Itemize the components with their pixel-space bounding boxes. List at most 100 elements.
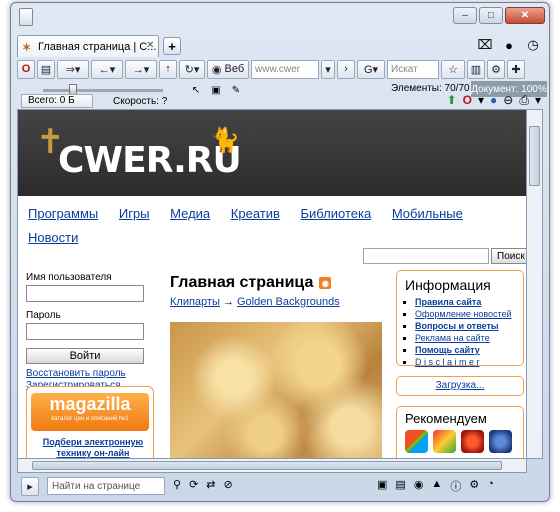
menu-media[interactable]: Медиа [170, 206, 210, 221]
page-title: Главная страница ◉ [170, 274, 332, 292]
search-input[interactable]: Искат [387, 59, 439, 79]
settings-icon[interactable]: ⚙ [469, 478, 479, 494]
block-icon[interactable]: ⊘ [224, 478, 233, 491]
menu-library[interactable]: Библиотека [301, 206, 372, 221]
loading-link[interactable]: Загрузка... [436, 380, 485, 391]
page-icon[interactable]: ▤ [395, 478, 405, 494]
cat-mascot-icon: 🐈 [210, 127, 240, 154]
upload-icon[interactable]: ⬆ [447, 93, 457, 108]
list-item: Оформление новостей [415, 308, 515, 320]
bookmark-star-icon[interactable]: ☆ [441, 59, 465, 79]
office-icon[interactable] [433, 430, 456, 453]
restore-password-link[interactable]: Восстановить пароль [26, 368, 156, 380]
feeds-icon[interactable]: ▥ [467, 59, 485, 79]
ad-link[interactable]: Подбери электронную технику он-лайн [39, 437, 147, 458]
minus-icon[interactable]: ⊖ [503, 93, 513, 108]
account-icon[interactable]: ● [499, 35, 519, 55]
rss-icon[interactable]: ◉ [319, 277, 332, 289]
web-label: Веб [224, 63, 245, 75]
login-button[interactable]: Войти [26, 348, 144, 364]
info-link-ads[interactable]: Реклама на сайте [415, 333, 490, 343]
menu-news[interactable]: Новости [28, 230, 78, 245]
info-status-icon[interactable]: ⓘ [450, 478, 461, 494]
info-title: Информация [405, 277, 491, 293]
info-list: Правила сайта Оформление новостей Вопрос… [405, 296, 515, 368]
horizontal-scrollbar[interactable] [17, 459, 527, 473]
info-link-rules[interactable]: Правила сайта [415, 297, 481, 307]
forward-button[interactable]: →▾ [125, 59, 157, 79]
info-link-help[interactable]: Помощь сайту [415, 345, 480, 355]
menu-creative[interactable]: Креатив [231, 206, 280, 221]
dropdown-icon-2[interactable]: ▾ [535, 93, 541, 108]
breadcrumb-golden[interactable]: Golden Backgrounds [237, 296, 340, 308]
globe-app-icon[interactable] [489, 430, 512, 453]
tab-main-page[interactable]: ✶ Главная страница | C... [17, 35, 159, 57]
fast-forward-icon[interactable]: ⇒▾ [57, 59, 89, 79]
breadcrumb-cliparts[interactable]: Клипарты [170, 296, 220, 308]
user-icon[interactable]: ◔ [487, 478, 494, 494]
recommend-icons [405, 430, 515, 453]
trash-icon[interactable]: ⌧ [475, 35, 495, 55]
web-search-button[interactable]: ◉ Веб [207, 59, 249, 79]
address-field[interactable]: www.cwer [251, 59, 319, 79]
share-icon[interactable]: ⇄ [206, 478, 215, 491]
menu-games[interactable]: Игры [119, 206, 150, 221]
search-icon[interactable]: ⚲ [173, 478, 181, 491]
clock-icon[interactable]: ◷ [523, 35, 543, 55]
firefox-icon[interactable] [461, 430, 484, 453]
app-icon[interactable] [19, 8, 33, 26]
sync-icon[interactable]: ⟳ [189, 478, 198, 491]
horizontal-scroll-thumb[interactable] [32, 461, 502, 470]
site-search-input[interactable] [363, 248, 489, 264]
speed-value: ? [161, 96, 168, 107]
info-link-faq[interactable]: Вопросы и ответы [415, 321, 499, 331]
breadcrumb-arrow: → [222, 296, 234, 308]
reload-button[interactable]: ↻▾ [179, 59, 205, 79]
ad-banner[interactable]: magazilla каталог цен и описаний №1 Подб… [26, 386, 154, 458]
turbo-icon[interactable]: ◉ [414, 478, 424, 494]
opera-menu-icon[interactable]: O [17, 59, 35, 79]
minimize-button[interactable]: – [453, 7, 477, 24]
tab-title: Главная страница | C... [38, 40, 157, 53]
vertical-scroll-thumb[interactable] [529, 126, 540, 186]
extension-icon[interactable]: ✚ [507, 59, 525, 79]
magazilla-logo[interactable]: magazilla каталог цен и описаний №1 [31, 393, 149, 431]
tools-icon[interactable]: ⚙ [487, 59, 505, 79]
vertical-scrollbar[interactable] [527, 109, 543, 459]
golden-background-image[interactable] [170, 322, 382, 458]
menu-programs[interactable]: Программы [28, 206, 98, 221]
lock-icon[interactable]: ▲ [431, 478, 442, 494]
username-field[interactable] [26, 285, 144, 302]
speed-label: Скорость: [113, 96, 159, 107]
info-icon[interactable]: ● [490, 93, 497, 108]
username-label: Имя пользователя [26, 272, 112, 283]
password-field[interactable] [26, 323, 144, 340]
dropdown-icon[interactable]: ▾ [478, 93, 484, 108]
windows-icon[interactable] [405, 430, 428, 453]
info-link-news-format[interactable]: Оформление новостей [415, 309, 512, 319]
panels-icon[interactable]: ▤ [37, 59, 55, 79]
opera-icon[interactable]: O [463, 93, 472, 108]
back-button[interactable]: ←▾ [91, 59, 123, 79]
image-mode-icon[interactable]: ▣ [377, 478, 387, 494]
site-favicon-icon: ✶ [22, 41, 32, 54]
close-window-button[interactable]: ✕ [505, 7, 545, 24]
find-on-page-field[interactable]: Найти на странице [47, 477, 165, 495]
new-tab-button[interactable]: + [163, 37, 181, 55]
rss-feed-icon[interactable]: ▾ [321, 59, 335, 79]
go-button[interactable]: › [337, 59, 355, 79]
list-item: Вопросы и ответы [415, 320, 515, 332]
site-search-button[interactable]: Поиск [491, 248, 526, 264]
menu-mobile[interactable]: Мобильные [392, 206, 463, 221]
maximize-button[interactable]: □ [479, 7, 503, 24]
transfer-toolbar: Всего: 0 Б Скорость: ? ⬆ O ▾ ● ⊖ ⎙ ▾ [17, 91, 545, 109]
printer-icon[interactable]: ⎙ [519, 93, 529, 108]
address-text: www.cwer [255, 63, 301, 75]
web-page: ✝ CWER.RU 🐈 Программы Игры Медиа Креатив… [17, 109, 527, 459]
tab-close-icon[interactable]: ✕ [146, 40, 154, 51]
panel-toggle-icon[interactable]: ▸ [21, 477, 39, 496]
info-link-disclaimer[interactable]: D i s c l a i m e r [415, 357, 480, 367]
search-engine-selector[interactable]: G▾ [357, 59, 385, 79]
up-icon[interactable]: ↑ [159, 59, 177, 79]
list-item: Правила сайта [415, 296, 515, 308]
